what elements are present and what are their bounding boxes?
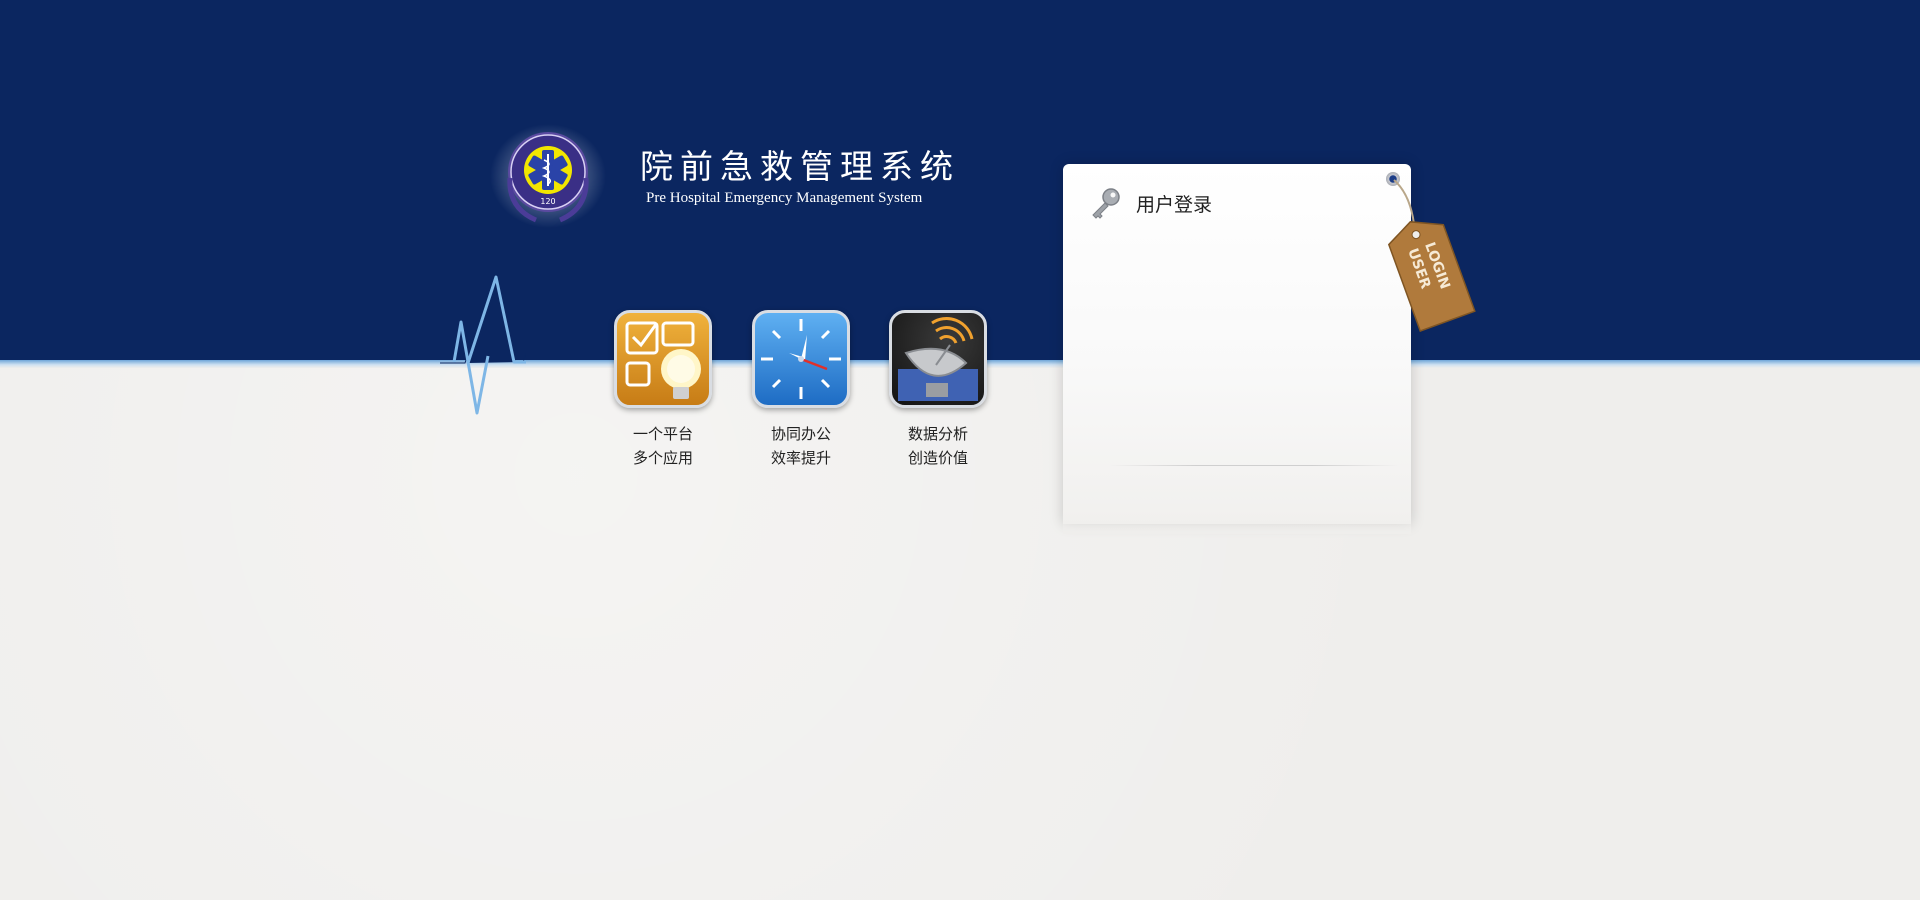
feature-collaboration: 协同办公 效率提升 xyxy=(746,310,856,470)
emergency-emblem-logo: 120 xyxy=(490,124,606,228)
emblem-number: 120 xyxy=(540,197,555,206)
compass-clock-icon xyxy=(752,310,850,408)
feature-one-platform: 一个平台 多个应用 xyxy=(608,310,718,470)
login-divider xyxy=(1109,465,1399,466)
login-panel: 用户登录 xyxy=(1063,164,1411,534)
system-title-cn: 院前急救管理系统 xyxy=(640,147,960,186)
feature-caption: 一个平台 多个应用 xyxy=(632,425,693,467)
user-login-tag-icon: USER LOGIN xyxy=(1387,179,1476,332)
heartbeat-pulse-icon xyxy=(440,270,536,415)
feature-caption: 协同办公 效率提升 xyxy=(770,425,831,467)
satellite-dish-icon xyxy=(889,310,987,408)
checklist-lightbulb-icon xyxy=(614,310,712,408)
key-icon xyxy=(1092,188,1120,219)
feature-data-analysis: 数据分析 创造价值 xyxy=(883,310,993,470)
system-title-en: Pre Hospital Emergency Management System xyxy=(646,190,923,206)
login-title: 用户登录 xyxy=(1136,194,1213,216)
feature-caption: 数据分析 创造价值 xyxy=(907,425,968,467)
